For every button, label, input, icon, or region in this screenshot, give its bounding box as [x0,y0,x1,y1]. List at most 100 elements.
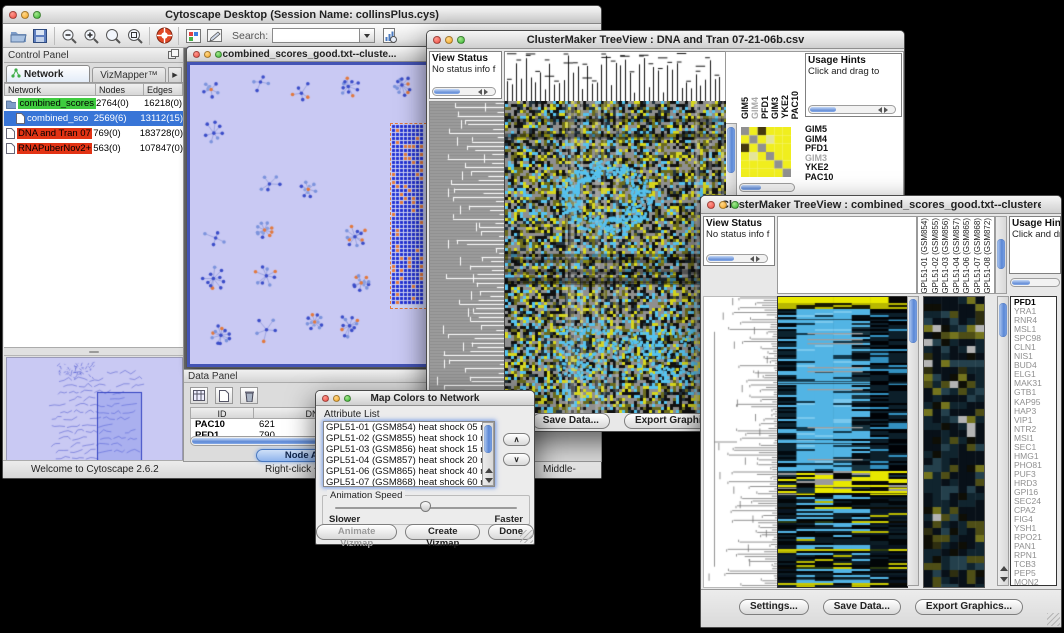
close-button[interactable] [433,36,441,44]
network-row[interactable]: combined_scores 2764(0) 16218(0) [4,96,183,111]
matrix-hscrollbar[interactable] [739,183,795,192]
move-down-button[interactable]: ∨ [503,453,530,466]
column-dendrogram-area[interactable] [777,216,917,294]
treeview-button[interactable]: Settings... [739,599,809,615]
tab-network[interactable]: Network [6,65,90,82]
scroll-right-icon[interactable] [884,107,888,113]
resize-grip[interactable] [1047,613,1060,626]
hscrollbar-thumb[interactable] [741,185,761,190]
vscrollbar-thumb[interactable] [484,425,492,453]
zoom-out-icon[interactable] [58,26,80,46]
attribute-item[interactable]: GPL51-03 (GSM856) heat shock 15 min [324,444,482,455]
treeview-dna-titlebar[interactable]: ClusterMaker TreeView : DNA and Tran 07-… [427,31,904,49]
scroll-down-icon[interactable] [485,478,493,483]
expression-heatmap-canvas[interactable] [777,296,908,588]
hscrollbar-thumb[interactable] [810,107,836,112]
close-button[interactable] [322,395,329,402]
col-edges[interactable]: Edges [144,83,183,96]
scroll-up-icon[interactable] [1000,566,1008,571]
zoom-in-icon[interactable] [80,26,102,46]
dense-cluster-grid[interactable] [390,123,427,309]
row-dendrogram-canvas[interactable] [703,296,778,588]
network-canvas-area[interactable] [187,62,432,367]
scroll-up-icon[interactable] [485,468,493,473]
help-lifering-icon[interactable] [153,26,175,46]
slider-thumb[interactable] [420,501,431,512]
col-nodes[interactable]: Nodes [96,83,144,96]
hscrollbar-thumb[interactable] [434,89,460,94]
usage-hints-hscrollbar[interactable] [808,105,896,114]
minimize-button[interactable] [204,51,211,58]
zoom-selected-icon[interactable] [124,26,146,46]
minimize-button[interactable] [719,201,727,209]
vscrollbar-thumb[interactable] [999,303,1007,337]
zoom-fit-icon[interactable] [102,26,124,46]
tab-vizmapper[interactable]: VizMapper™ [92,67,166,82]
delete-attribute-trash-icon[interactable] [240,387,258,404]
view-status-hscrollbar[interactable] [432,87,496,96]
gene-label[interactable]: MON2 [1014,578,1056,586]
zoom-window-button[interactable] [457,36,465,44]
zoom-window-button[interactable] [215,51,222,58]
minimize-button[interactable] [21,11,29,19]
float-panel-icon[interactable] [168,46,179,64]
move-up-button[interactable]: ∧ [503,433,530,446]
id-column-header[interactable]: ID [190,407,254,419]
hscrollbar-thumb[interactable] [1012,280,1030,285]
annotation-icon[interactable] [204,26,226,46]
close-button[interactable] [707,201,715,209]
tab-overflow-button[interactable]: ▶ [168,67,182,82]
open-session-button[interactable] [7,26,29,46]
attribute-item[interactable]: GPL51-04 (GSM857) heat shock 20 min [324,455,482,466]
expression-heatmap-canvas[interactable] [504,101,726,413]
zoom-heatmap-canvas[interactable] [923,296,985,588]
row-dendrogram-canvas[interactable] [429,101,505,413]
treeview-button[interactable]: Save Data... [823,599,901,615]
gene-label[interactable]: PAC10 [805,173,875,183]
vscrollbar-thumb[interactable] [909,299,917,343]
network-row[interactable]: RNAPuberNov2+ 563(0) 107847(0) [4,141,183,156]
usage-hints-hscrollbar[interactable] [1010,278,1060,287]
treeview-combined-titlebar[interactable]: ClusterMaker TreeView : combined_scores_… [701,196,1061,214]
attribute-item[interactable]: GPL51-01 (GSM854) heat shock 05 min [324,422,482,433]
gene-list[interactable]: PFD1YRA1RNR4MSL1SPC98CLN1NIS1BUD4ELG1MAK… [1010,296,1057,586]
attribute-item[interactable]: GPL51-07 (GSM868) heat shock 60 min [324,477,482,487]
column-dendrogram-canvas[interactable] [504,51,727,103]
save-session-button[interactable] [29,26,51,46]
zoom-window-button[interactable] [33,11,41,19]
main-titlebar[interactable]: Cytoscape Desktop (Session Name: collins… [3,6,601,24]
network-row[interactable]: DNA and Tran 07 769(0) 183728(0) [4,126,183,141]
scroll-left-icon[interactable] [478,89,482,95]
overview-resize-handle[interactable] [4,348,183,356]
overview-canvas[interactable] [6,357,183,462]
scroll-left-icon[interactable] [750,256,754,262]
vscrollbar-thumb[interactable] [997,239,1005,269]
treeview-button[interactable]: Save Data... [532,413,610,429]
vizmap-palette-icon[interactable] [182,26,204,46]
dialog-titlebar[interactable]: Map Colors to Network [316,391,534,406]
hscrollbar-thumb[interactable] [708,256,734,261]
zoom-window-button[interactable] [731,201,739,209]
scroll-left-icon[interactable] [878,107,882,113]
attribute-listbox[interactable]: GPL51-01 (GSM854) heat shock 05 min GPL51… [323,421,495,487]
minimize-button[interactable] [445,36,453,44]
minimize-button[interactable] [333,395,340,402]
cluster-matrix-canvas[interactable] [741,127,791,177]
scroll-right-icon[interactable] [756,256,760,262]
close-button[interactable] [193,51,200,58]
resize-grip[interactable] [520,530,533,543]
heatmap-vscrollbar[interactable] [907,296,919,586]
scroll-right-icon[interactable] [484,89,488,95]
column-labels-vscrollbar[interactable] [995,216,1007,294]
genelist-vscrollbar[interactable] [997,296,1009,586]
close-button[interactable] [9,11,17,19]
search-dropdown-icon[interactable] [360,28,375,43]
new-attribute-icon[interactable] [215,387,233,404]
select-attributes-icon[interactable] [190,387,208,404]
network-view-titlebar[interactable]: combined_scores_good.txt--cluste... [187,47,432,62]
animate-vizmap-button[interactable]: Animate Vizmap [316,524,397,540]
col-network[interactable]: Network [4,83,96,96]
network-row-selected[interactable]: combined_sco 2569(6) 13112(15) [4,111,183,126]
listbox-vscrollbar[interactable] [482,422,494,486]
report-icon[interactable] [379,26,401,46]
